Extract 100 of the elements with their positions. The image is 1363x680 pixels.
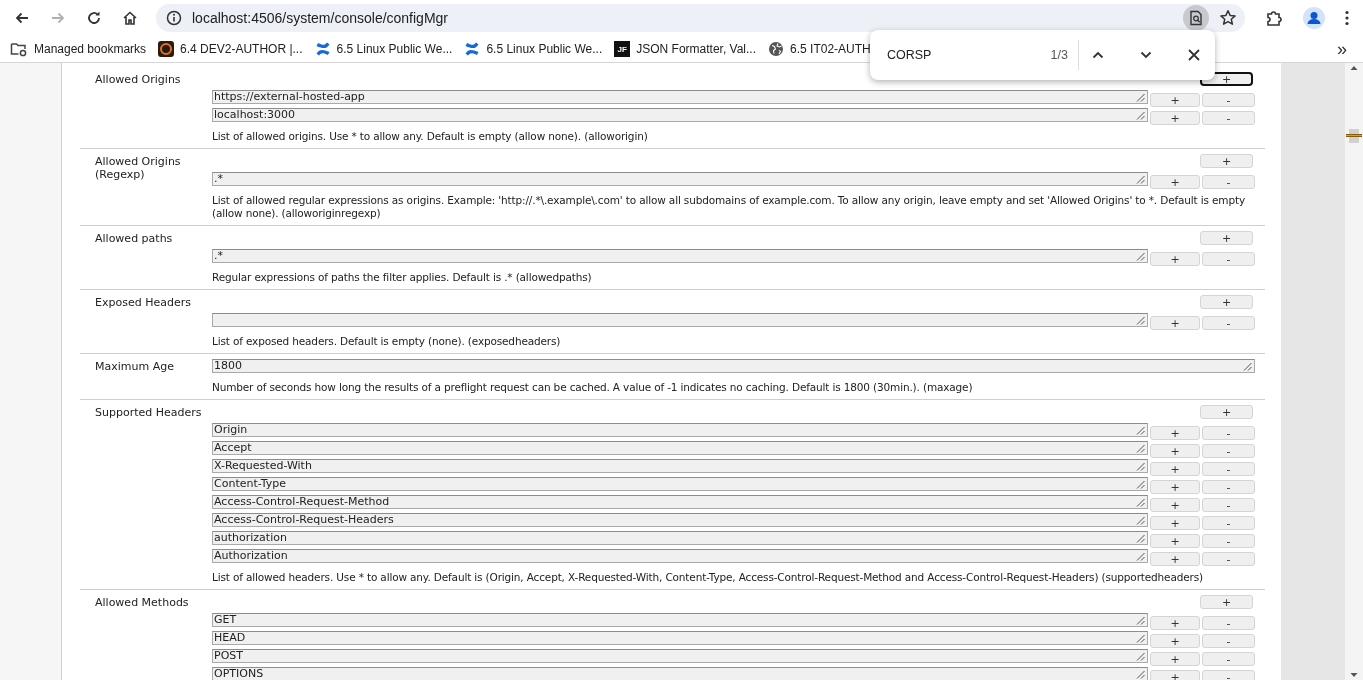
star-icon[interactable] [1219, 9, 1237, 27]
resize-grip-icon[interactable] [1243, 361, 1252, 371]
resize-grip-icon[interactable] [1136, 315, 1146, 325]
add-button[interactable]: + [1200, 154, 1253, 168]
add-button[interactable]: + [1150, 616, 1201, 630]
remove-button[interactable]: - [1202, 552, 1255, 566]
find-in-page-icon[interactable] [1183, 5, 1209, 31]
add-button[interactable]: + [1150, 652, 1201, 666]
text-field[interactable]: authorization [212, 531, 1149, 545]
resize-grip-icon[interactable] [1136, 479, 1146, 489]
add-button[interactable]: + [1150, 480, 1201, 494]
field-description: List of exposed headers. Default is empty (none). (exposedheaders) [212, 335, 562, 348]
info-icon[interactable] [166, 10, 182, 26]
bookmark[interactable]: 6.5 Linux Public We... [464, 41, 603, 57]
remove-button[interactable]: - [1202, 316, 1255, 330]
text-field[interactable]: 1800 [212, 359, 1255, 373]
address-bar[interactable]: localhost:4506/system/console/configMgr [156, 4, 1245, 32]
close-icon[interactable] [1187, 48, 1201, 62]
add-button[interactable]: + [1150, 634, 1201, 648]
field-label: Exposed Headers [95, 295, 192, 311]
text-field[interactable]: https://external-hosted-app [212, 90, 1149, 104]
add-button[interactable]: + [1150, 670, 1201, 680]
text-field[interactable]: Accept [212, 441, 1149, 455]
bookmark[interactable]: Managed bookmarks [10, 41, 147, 57]
field-description: List of allowed origins. Use * to allow any. Default is empty (allow none). (alloworigin) [212, 130, 649, 143]
remove-button[interactable]: - [1202, 111, 1255, 125]
remove-button[interactable]: - [1202, 426, 1255, 440]
resize-grip-icon[interactable] [1136, 461, 1146, 471]
menu-icon[interactable] [1345, 10, 1349, 26]
resize-grip-icon[interactable] [1136, 633, 1146, 643]
add-button[interactable]: + [1150, 462, 1201, 476]
reload-icon[interactable] [86, 10, 102, 26]
remove-button[interactable]: - [1202, 498, 1255, 512]
add-button[interactable]: + [1150, 498, 1201, 512]
bookmark-label: 6.5 Linux Public We... [336, 42, 453, 56]
resize-grip-icon[interactable] [1136, 251, 1146, 261]
add-button[interactable]: + [1200, 231, 1253, 245]
add-button[interactable]: + [1200, 295, 1253, 309]
remove-button[interactable]: - [1202, 480, 1255, 494]
remove-button[interactable]: - [1202, 670, 1255, 680]
add-button[interactable]: + [1150, 444, 1201, 458]
resize-grip-icon[interactable] [1136, 533, 1146, 543]
remove-button[interactable]: - [1202, 516, 1255, 530]
scrollbar[interactable] [1345, 63, 1363, 680]
text-field[interactable]: HEAD [212, 631, 1149, 645]
text-field[interactable]: POST [212, 649, 1149, 663]
text-field[interactable]: X-Requested-With [212, 459, 1149, 473]
puzzle-icon[interactable] [1265, 9, 1283, 27]
resize-grip-icon[interactable] [1136, 497, 1146, 507]
remove-button[interactable]: - [1202, 652, 1255, 666]
remove-button[interactable]: - [1202, 634, 1255, 648]
resize-grip-icon[interactable] [1136, 110, 1146, 120]
text-field[interactable]: OPTIONS [212, 667, 1149, 680]
resize-grip-icon[interactable] [1136, 174, 1146, 184]
resize-grip-icon[interactable] [1136, 443, 1146, 453]
resize-grip-icon[interactable] [1136, 615, 1146, 625]
add-button[interactable]: + [1200, 405, 1253, 419]
text-field[interactable]: Authorization [212, 549, 1149, 563]
text-field[interactable]: Content-Type [212, 477, 1149, 491]
text-field[interactable]: Origin [212, 423, 1149, 437]
add-button[interactable]: + [1150, 316, 1201, 330]
remove-button[interactable]: - [1202, 175, 1255, 189]
add-button[interactable]: + [1150, 93, 1201, 107]
more-bookmarks-button[interactable]: » [1331, 38, 1353, 60]
text-field[interactable]: .* [212, 172, 1149, 186]
back-icon[interactable] [14, 10, 30, 26]
remove-button[interactable]: - [1202, 93, 1255, 107]
text-field[interactable]: GET [212, 613, 1149, 627]
scroll-thumb[interactable] [1349, 129, 1359, 143]
bookmark[interactable]: 6.4 DEV2-AUTHOR |... [158, 41, 303, 57]
remove-button[interactable]: - [1202, 462, 1255, 476]
add-button[interactable]: + [1150, 252, 1201, 266]
text-field[interactable]: .* [212, 249, 1149, 263]
add-button[interactable]: + [1200, 595, 1253, 609]
resize-grip-icon[interactable] [1136, 551, 1146, 561]
profile-icon[interactable] [1303, 7, 1325, 29]
resize-grip-icon[interactable] [1136, 92, 1146, 102]
resize-grip-icon[interactable] [1136, 669, 1146, 679]
home-icon[interactable] [122, 10, 138, 26]
resize-grip-icon[interactable] [1136, 425, 1146, 435]
remove-button[interactable]: - [1202, 444, 1255, 458]
add-button[interactable]: + [1150, 534, 1201, 548]
add-button[interactable]: + [1150, 426, 1201, 440]
add-button[interactable]: + [1150, 516, 1201, 530]
resize-grip-icon[interactable] [1136, 515, 1146, 525]
find-query-field[interactable]: CORSP [887, 48, 1039, 62]
text-field[interactable] [212, 313, 1149, 327]
resize-grip-icon[interactable] [1136, 651, 1146, 661]
remove-button[interactable]: - [1202, 534, 1255, 548]
text-field[interactable]: Access-Control-Request-Headers [212, 513, 1149, 527]
add-button[interactable]: + [1150, 175, 1201, 189]
text-field[interactable]: localhost:3000 [212, 108, 1149, 122]
text-field[interactable]: Access-Control-Request-Method [212, 495, 1149, 509]
add-button[interactable]: + [1150, 111, 1201, 125]
remove-button[interactable]: - [1202, 616, 1255, 630]
add-button[interactable]: + [1150, 552, 1201, 566]
remove-button[interactable]: - [1202, 252, 1255, 266]
bookmark[interactable]: 6.5 Linux Public We... [314, 41, 453, 57]
bookmark[interactable]: 6.5 IT02-AUTH [768, 41, 871, 57]
bookmark[interactable]: JF JSON Formatter, Val... [614, 41, 757, 57]
